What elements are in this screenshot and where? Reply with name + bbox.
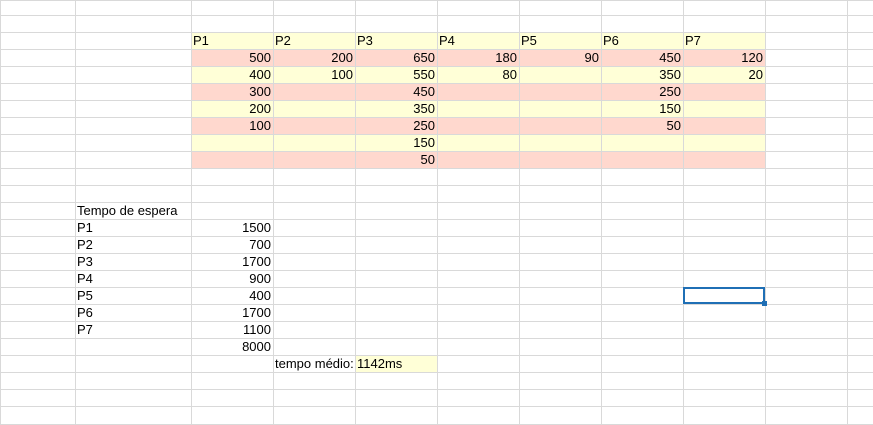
wait-label-cell[interactable]: P4 (75, 270, 191, 287)
wait-label-cell[interactable]: P1 (75, 219, 191, 236)
wait-title-cell[interactable]: Tempo de espera (75, 202, 273, 219)
grid-column-line (847, 0, 848, 424)
burst-cell[interactable]: 500 (191, 49, 273, 66)
burst-cell[interactable]: 250 (355, 117, 437, 134)
header-cell-p1[interactable]: P1 (191, 32, 273, 49)
fill-handle[interactable] (762, 301, 767, 306)
wait-value-cell[interactable]: 400 (191, 287, 273, 304)
burst-cell[interactable]: 20 (683, 66, 765, 83)
wait-label-cell[interactable]: P6 (75, 304, 191, 321)
burst-cell[interactable]: 50 (601, 117, 683, 134)
active-cell-selection[interactable] (683, 287, 765, 304)
wait-label-cell[interactable]: P7 (75, 321, 191, 338)
burst-cell[interactable]: 350 (355, 100, 437, 117)
burst-cell[interactable]: 450 (601, 49, 683, 66)
burst-cell[interactable]: 80 (437, 66, 519, 83)
burst-cell[interactable]: 250 (601, 83, 683, 100)
wait-total-cell[interactable]: 8000 (191, 338, 273, 355)
burst-cell[interactable]: 90 (519, 49, 601, 66)
header-cell-p3[interactable]: P3 (355, 32, 437, 49)
burst-cell[interactable]: 120 (683, 49, 765, 66)
burst-cell[interactable]: 300 (191, 83, 273, 100)
burst-cell[interactable]: 150 (601, 100, 683, 117)
burst-cell[interactable]: 50 (355, 151, 437, 168)
table-band-row (191, 134, 765, 151)
burst-cell[interactable]: 100 (273, 66, 355, 83)
average-value-cell[interactable]: 1142ms (355, 355, 437, 372)
spreadsheet-grid[interactable]: P1 P2 P3 P4 P5 P6 P7 500 200 650 180 90 450 120 400 100… (0, 0, 873, 425)
burst-cell[interactable]: 180 (437, 49, 519, 66)
burst-cell[interactable]: 150 (355, 134, 437, 151)
burst-cell[interactable]: 650 (355, 49, 437, 66)
average-label-cell[interactable]: tempo médio: (273, 355, 355, 372)
burst-cell[interactable]: 550 (355, 66, 437, 83)
wait-label-cell[interactable]: P5 (75, 287, 191, 304)
wait-value-cell[interactable]: 1700 (191, 304, 273, 321)
burst-cell[interactable]: 400 (191, 66, 273, 83)
header-cell-p4[interactable]: P4 (437, 32, 519, 49)
header-cell-p2[interactable]: P2 (273, 32, 355, 49)
burst-cell[interactable]: 350 (601, 66, 683, 83)
header-cell-p5[interactable]: P5 (519, 32, 601, 49)
grid-column-line (0, 0, 1, 424)
table-band-row (191, 151, 765, 168)
wait-value-cell[interactable]: 1100 (191, 321, 273, 338)
wait-value-cell[interactable]: 700 (191, 236, 273, 253)
wait-value-cell[interactable]: 1500 (191, 219, 273, 236)
wait-value-cell[interactable]: 1700 (191, 253, 273, 270)
wait-label-cell[interactable]: P2 (75, 236, 191, 253)
burst-cell[interactable]: 450 (355, 83, 437, 100)
wait-label-cell[interactable]: P3 (75, 253, 191, 270)
wait-value-cell[interactable]: 900 (191, 270, 273, 287)
burst-cell[interactable]: 200 (191, 100, 273, 117)
header-cell-p7[interactable]: P7 (683, 32, 765, 49)
grid-column-line (765, 0, 766, 424)
burst-cell[interactable]: 200 (273, 49, 355, 66)
header-cell-p6[interactable]: P6 (601, 32, 683, 49)
burst-cell[interactable]: 100 (191, 117, 273, 134)
